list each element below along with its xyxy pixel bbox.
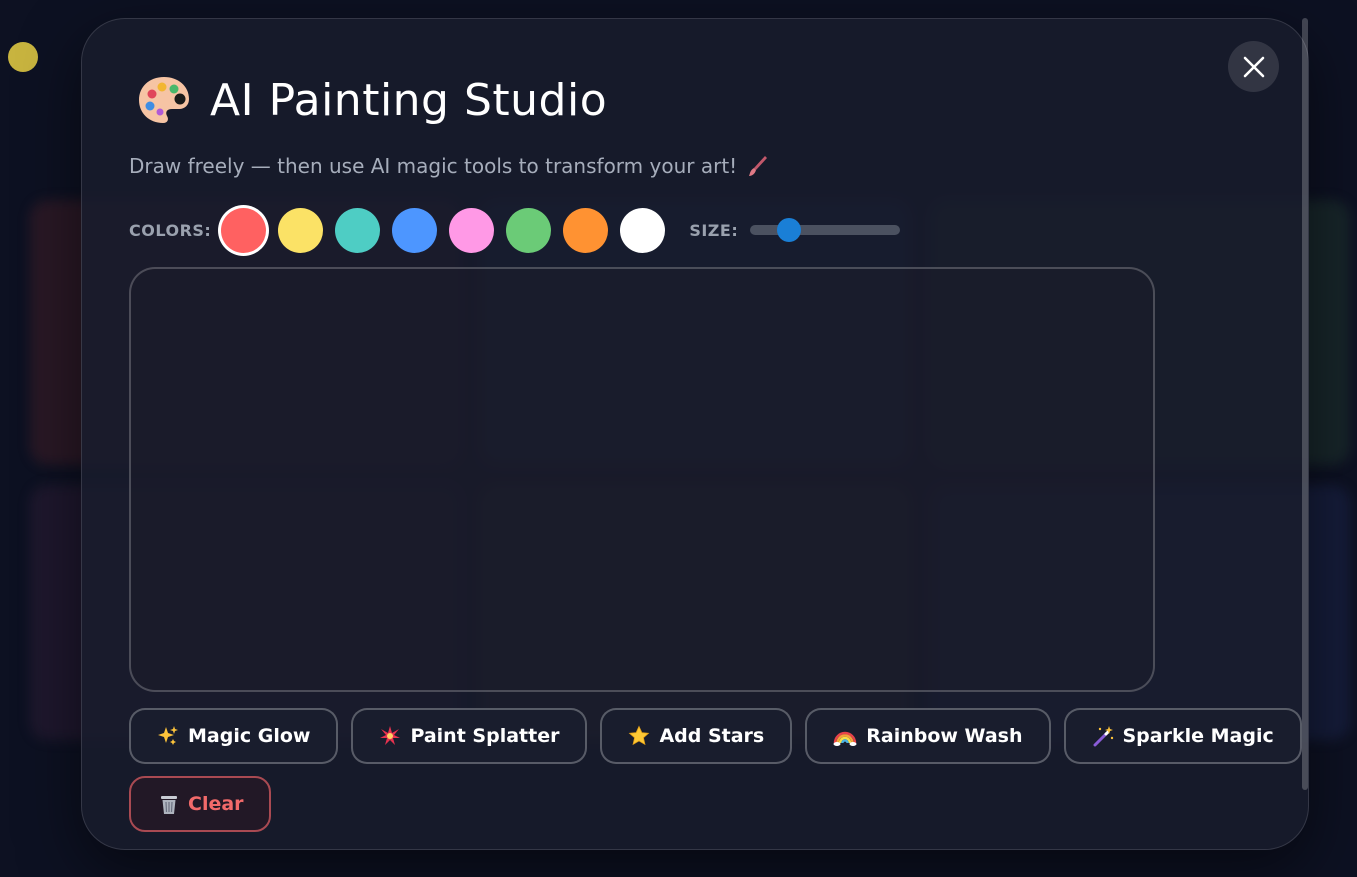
status-dot <box>8 42 38 72</box>
star-icon <box>629 725 650 746</box>
rainbow-wash-button[interactable]: Rainbow Wash <box>805 708 1051 764</box>
tool-label: Rainbow Wash <box>866 725 1023 747</box>
rainbow-icon <box>833 731 857 746</box>
tool-label: Sparkle Magic <box>1122 725 1274 747</box>
slider-thumb[interactable] <box>777 218 802 242</box>
modal-scrollbar[interactable] <box>1302 18 1308 790</box>
trash-icon <box>161 796 177 814</box>
magic-glow-button[interactable]: Magic Glow <box>129 708 339 764</box>
color-swatch[interactable] <box>278 207 324 253</box>
brush-size-slider[interactable] <box>750 218 901 242</box>
clear-label: Clear <box>188 793 244 815</box>
page-title: AI Painting Studio <box>210 74 608 126</box>
close-icon <box>1243 56 1264 77</box>
color-swatch[interactable] <box>620 207 666 253</box>
color-swatch[interactable] <box>449 207 495 253</box>
tool-label: Magic Glow <box>188 725 311 747</box>
sparkle-magic-button[interactable]: Sparkle Magic <box>1063 708 1302 764</box>
artist-palette-icon <box>139 77 189 123</box>
tool-label: Paint Splatter <box>410 725 560 747</box>
paint-splatter-button[interactable]: Paint Splatter <box>351 708 588 764</box>
tool-label: Add Stars <box>659 725 765 747</box>
drawing-canvas[interactable] <box>129 267 1155 692</box>
color-swatch[interactable] <box>506 207 552 253</box>
close-button[interactable] <box>1228 41 1279 92</box>
size-label: SIZE: <box>689 220 739 240</box>
burst-icon <box>380 726 401 745</box>
color-swatch[interactable] <box>221 207 267 253</box>
modal-header: AI Painting Studio <box>136 72 607 128</box>
color-swatch[interactable] <box>563 207 609 253</box>
subtitle-text: Draw freely — then use AI magic tools to… <box>129 154 738 178</box>
magic-wand-icon <box>1093 726 1113 747</box>
clear-button[interactable]: Clear <box>129 776 271 832</box>
sparkles-icon <box>158 726 178 745</box>
ai-magic-tools: Magic Glow Paint Splatter Add Stars Rain… <box>129 708 1302 764</box>
color-swatch[interactable] <box>335 207 381 253</box>
color-swatch[interactable] <box>392 207 438 253</box>
subtitle: Draw freely — then use AI magic tools to… <box>129 154 769 178</box>
add-stars-button[interactable]: Add Stars <box>600 708 793 764</box>
color-swatches <box>221 207 666 253</box>
paintbrush-icon <box>749 156 768 176</box>
colors-label: COLORS: <box>129 220 212 240</box>
brush-toolbar: COLORS: SIZE: <box>129 205 901 255</box>
